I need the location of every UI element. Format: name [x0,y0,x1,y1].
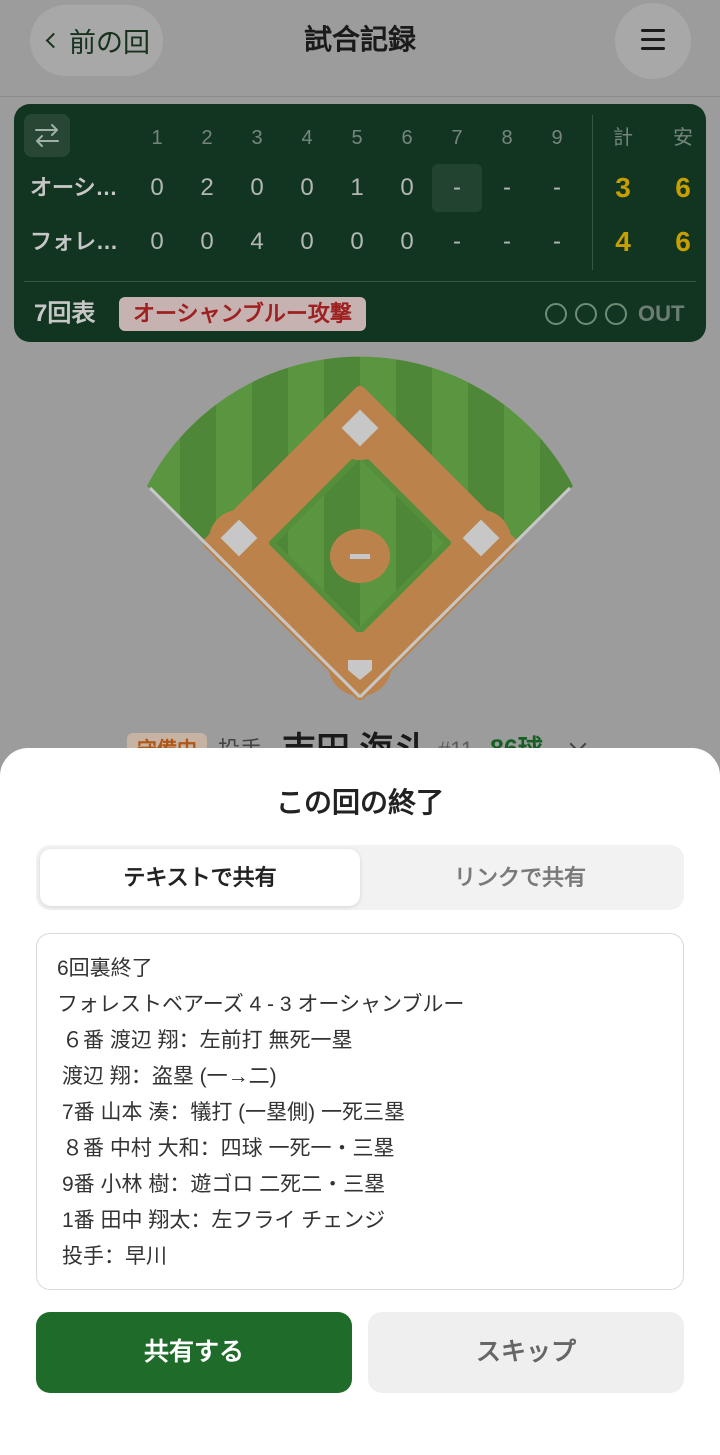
share-button[interactable]: 共有する [36,1312,352,1393]
inning-end-sheet: この回の終了 テキストで共有 リンクで共有 6回裏終了フォレストベアーズ 4 -… [0,748,720,1455]
share-text-line: フォレストベアーズ 4 - 3 オーシャンブルー [57,993,465,1016]
tab-share-link[interactable]: リンクで共有 [360,849,680,906]
share-mode-tabs: テキストで共有 リンクで共有 [36,845,684,910]
share-text-line: 1番 田中 翔太：左フライ チェンジ [62,1209,386,1232]
share-text-line: ８番 中村 大和：四球 一死一・三塁 [62,1137,395,1160]
share-text-preview[interactable]: 6回裏終了フォレストベアーズ 4 - 3 オーシャンブルー ６番 渡辺 翔：左前打… [36,933,684,1290]
share-text-line: 投手：早川 [62,1245,167,1268]
share-text-line: 9番 小林 樹：遊ゴロ 二死二・三塁 [62,1173,386,1196]
share-text-line: 渡辺 翔：盗塁 (一→二) [62,1065,277,1088]
tab-share-text[interactable]: テキストで共有 [40,849,360,906]
sheet-title: この回の終了 [275,787,444,818]
share-text-line: 6回裏終了 [57,957,153,980]
skip-button[interactable]: スキップ [368,1312,684,1393]
share-text-line: 7番 山本 湊：犠打 (一塁側) 一死三塁 [62,1101,406,1124]
share-text-line: ６番 渡辺 翔：左前打 無死一塁 [62,1029,353,1052]
